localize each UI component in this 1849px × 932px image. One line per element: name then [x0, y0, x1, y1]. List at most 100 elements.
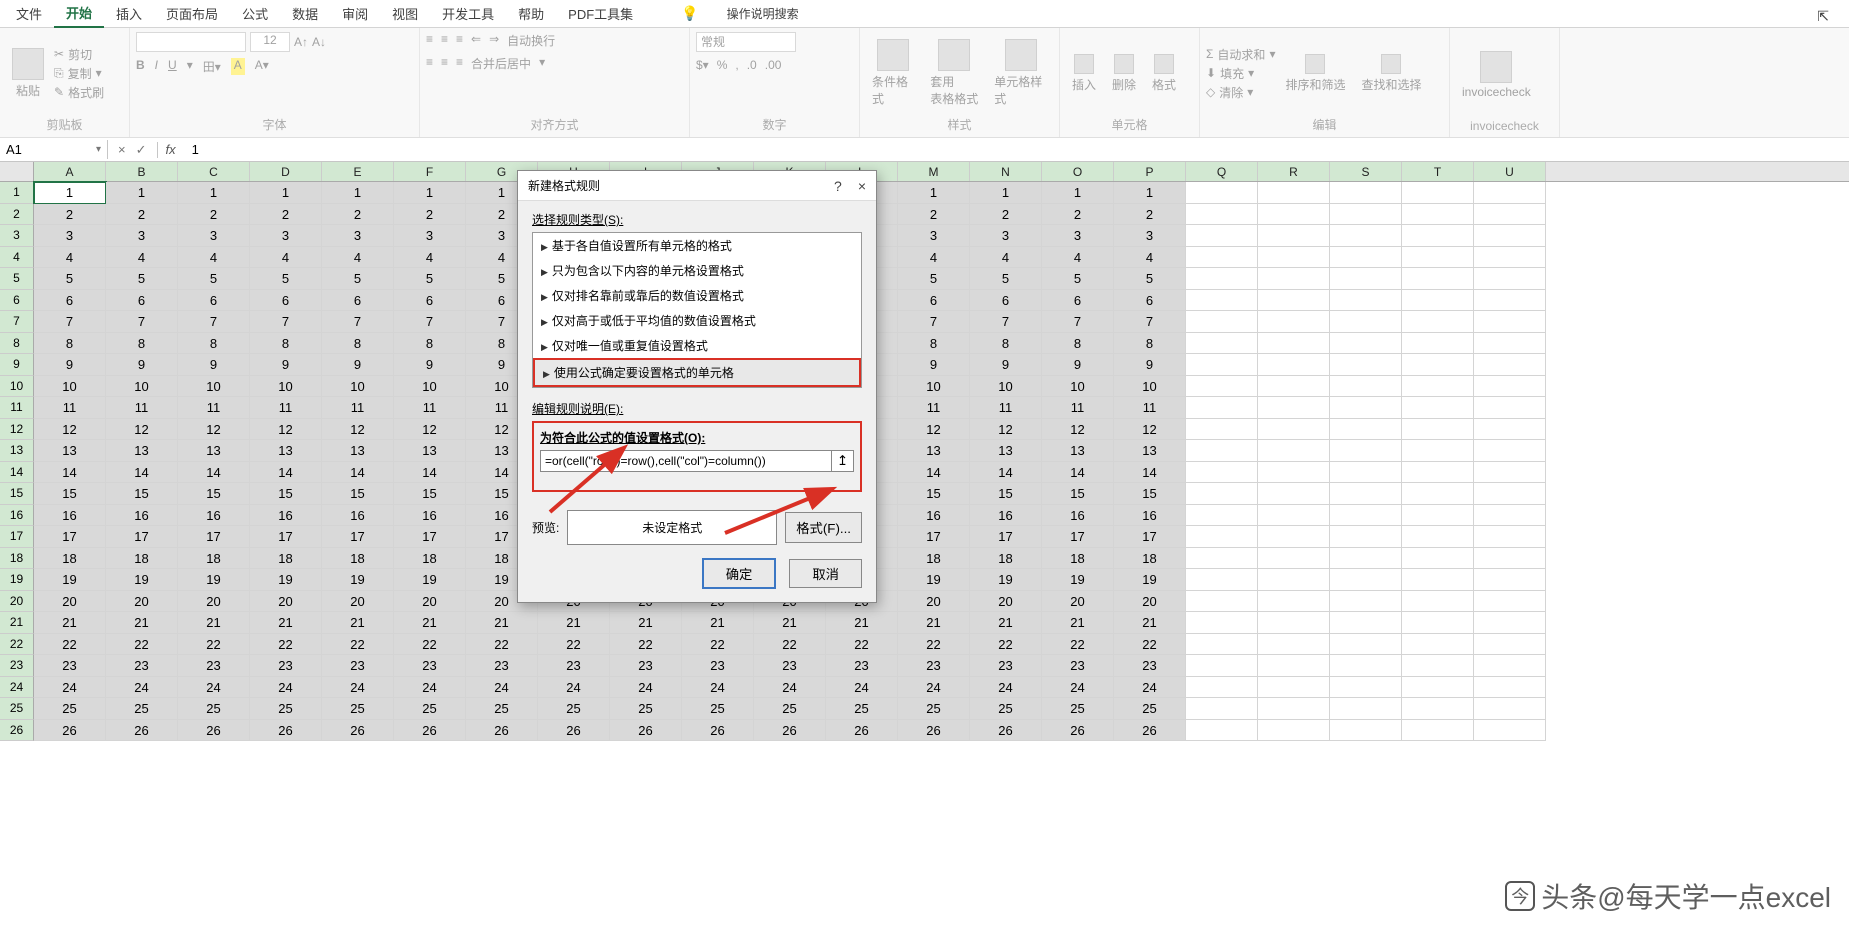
cell[interactable]: 18	[106, 548, 178, 570]
cell[interactable]: 25	[538, 698, 610, 720]
cell[interactable]: 23	[34, 655, 106, 677]
col-header[interactable]: P	[1114, 162, 1186, 181]
cell[interactable]: 24	[826, 677, 898, 699]
rule-type-item[interactable]: 仅对唯一值或重复值设置格式	[533, 333, 861, 358]
cell[interactable]	[1258, 419, 1330, 441]
cell[interactable]: 18	[250, 548, 322, 570]
cell[interactable]: 8	[178, 333, 250, 355]
cell[interactable]	[1402, 612, 1474, 634]
cell[interactable]: 17	[250, 526, 322, 548]
cell[interactable]: 21	[1114, 612, 1186, 634]
cell[interactable]: 2	[394, 204, 466, 226]
row-header[interactable]: 25	[0, 698, 34, 720]
cell[interactable]	[1186, 591, 1258, 613]
col-header[interactable]: B	[106, 162, 178, 181]
cell[interactable]: 15	[970, 483, 1042, 505]
cell[interactable]: 25	[34, 698, 106, 720]
cell[interactable]: 2	[1114, 204, 1186, 226]
cell[interactable]: 26	[682, 720, 754, 742]
cell[interactable]	[1258, 612, 1330, 634]
cell[interactable]	[1330, 462, 1402, 484]
bold-button[interactable]: B	[136, 58, 145, 75]
cell[interactable]	[1258, 720, 1330, 742]
cell[interactable]: 3	[106, 225, 178, 247]
cell[interactable]	[1330, 376, 1402, 398]
cell[interactable]: 16	[1114, 505, 1186, 527]
cell[interactable]: 17	[1114, 526, 1186, 548]
cell[interactable]: 23	[250, 655, 322, 677]
share-icon[interactable]: ⇱	[1805, 4, 1841, 29]
cell[interactable]: 19	[34, 569, 106, 591]
cell[interactable]: 5	[322, 268, 394, 290]
cell[interactable]: 19	[250, 569, 322, 591]
cell[interactable]: 15	[898, 483, 970, 505]
italic-button[interactable]: I	[155, 58, 158, 75]
cell[interactable]	[1330, 204, 1402, 226]
cell[interactable]: 20	[106, 591, 178, 613]
row-header[interactable]: 19	[0, 569, 34, 591]
cell[interactable]: 23	[970, 655, 1042, 677]
cell[interactable]: 20	[322, 591, 394, 613]
cell[interactable]: 16	[1042, 505, 1114, 527]
cell[interactable]: 19	[178, 569, 250, 591]
cell[interactable]	[1258, 376, 1330, 398]
cell[interactable]	[1474, 677, 1546, 699]
cell[interactable]: 16	[106, 505, 178, 527]
cell[interactable]: 3	[178, 225, 250, 247]
cell[interactable]: 1	[250, 182, 322, 204]
cell[interactable]: 11	[970, 397, 1042, 419]
cell[interactable]: 10	[394, 376, 466, 398]
col-header[interactable]: C	[178, 162, 250, 181]
row-header[interactable]: 7	[0, 311, 34, 333]
row-header[interactable]: 15	[0, 483, 34, 505]
cell[interactable]: 25	[178, 698, 250, 720]
menu-data[interactable]: 数据	[280, 0, 330, 27]
row-header[interactable]: 22	[0, 634, 34, 656]
col-header[interactable]: R	[1258, 162, 1330, 181]
cell[interactable]: 8	[394, 333, 466, 355]
cell[interactable]: 10	[1114, 376, 1186, 398]
cell[interactable]: 9	[1114, 354, 1186, 376]
cell[interactable]: 15	[34, 483, 106, 505]
cell[interactable]: 9	[898, 354, 970, 376]
cell[interactable]: 3	[898, 225, 970, 247]
cell[interactable]: 10	[898, 376, 970, 398]
cell[interactable]: 16	[394, 505, 466, 527]
cell[interactable]	[1474, 634, 1546, 656]
cell[interactable]	[1330, 268, 1402, 290]
cell[interactable]: 4	[322, 247, 394, 269]
cell[interactable]: 17	[106, 526, 178, 548]
cell[interactable]: 10	[178, 376, 250, 398]
cell[interactable]: 15	[1042, 483, 1114, 505]
cell[interactable]: 6	[322, 290, 394, 312]
clear-button[interactable]: ◇ 清除 ▾	[1206, 84, 1275, 101]
cell[interactable]: 10	[250, 376, 322, 398]
cell[interactable]	[1258, 268, 1330, 290]
cell[interactable]	[1258, 677, 1330, 699]
cell[interactable]: 14	[1042, 462, 1114, 484]
cell[interactable]: 23	[106, 655, 178, 677]
cell[interactable]: 24	[1114, 677, 1186, 699]
cell[interactable]	[1474, 462, 1546, 484]
cell[interactable]: 15	[322, 483, 394, 505]
cell[interactable]	[1330, 333, 1402, 355]
tell-me-search[interactable]: 操作说明搜索	[715, 1, 811, 26]
cell[interactable]	[1474, 354, 1546, 376]
cell[interactable]: 18	[394, 548, 466, 570]
cell[interactable]: 5	[178, 268, 250, 290]
cell[interactable]	[1402, 268, 1474, 290]
cell[interactable]	[1330, 182, 1402, 204]
cell[interactable]: 4	[250, 247, 322, 269]
menu-formulas[interactable]: 公式	[230, 0, 280, 27]
cell[interactable]	[1258, 526, 1330, 548]
cell[interactable]	[1402, 419, 1474, 441]
menu-home[interactable]: 开始	[54, 0, 104, 28]
cell[interactable]	[1258, 204, 1330, 226]
cell[interactable]: 18	[1042, 548, 1114, 570]
cell[interactable]: 7	[970, 311, 1042, 333]
cell[interactable]: 18	[34, 548, 106, 570]
cell[interactable]: 26	[826, 720, 898, 742]
cell[interactable]	[1474, 204, 1546, 226]
cell[interactable]: 22	[1042, 634, 1114, 656]
row-header[interactable]: 4	[0, 247, 34, 269]
